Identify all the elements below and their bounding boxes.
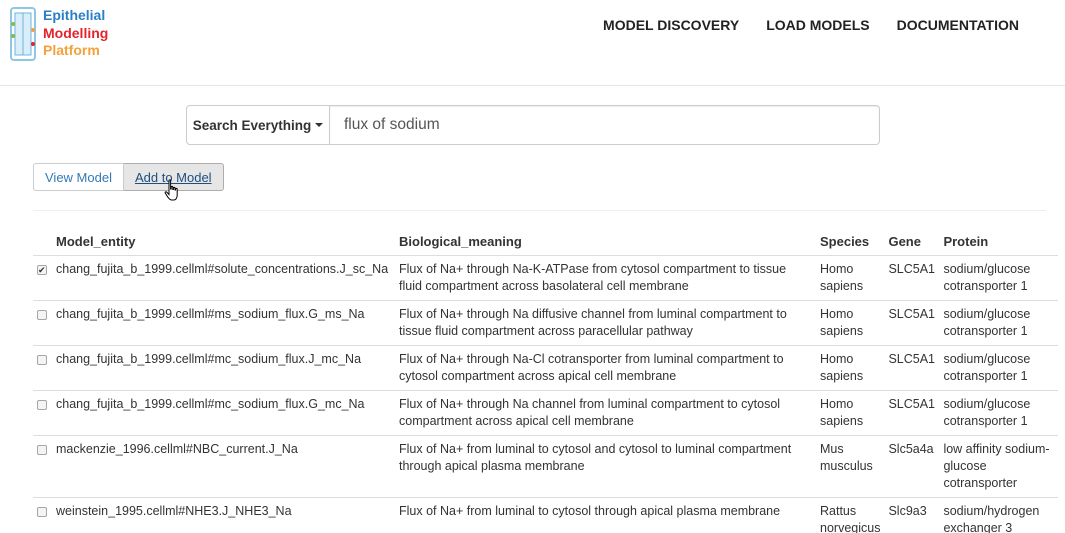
biological-meaning-cell: Flux of Na+ through Na diffusive channel… (395, 300, 816, 346)
divider (33, 210, 1046, 211)
row-select-cell (33, 255, 52, 301)
header-gene: Gene (884, 229, 940, 256)
model-entity-cell: mackenzie_1996.cellml#NBC_current.J_Na (52, 435, 395, 498)
search-input[interactable]: flux of sodium (330, 105, 880, 145)
species-cell: Mus musculus (816, 435, 885, 498)
nav-model-discovery[interactable]: MODEL DISCOVERY (603, 17, 739, 33)
gene-cell: SLC5A1 (884, 345, 940, 391)
protein-cell: sodium/glucose cotransporter 1 (939, 300, 1058, 346)
biological-meaning-cell: Flux of Na+ through Na channel from lumi… (395, 390, 816, 436)
row-checkbox[interactable] (37, 506, 47, 517)
gene-cell: Slc5a4a (884, 435, 940, 498)
table-row[interactable]: chang_fujita_b_1999.cellml#ms_sodium_flu… (33, 300, 1058, 346)
protein-cell: sodium/glucose cotransporter 1 (939, 255, 1058, 301)
gene-cell: SLC5A1 (884, 390, 940, 436)
row-checkbox[interactable] (37, 309, 47, 320)
row-select-cell (33, 345, 52, 391)
model-entity-cell: chang_fujita_b_1999.cellml#ms_sodium_flu… (52, 300, 395, 346)
header-model-entity: Model_entity (52, 229, 395, 256)
logo[interactable]: Epithelial Modelling Platform (8, 6, 128, 62)
row-select-cell (33, 497, 52, 533)
model-entity-cell: chang_fujita_b_1999.cellml#mc_sodium_flu… (52, 345, 395, 391)
model-entity-cell: chang_fujita_b_1999.cellml#solute_concen… (52, 255, 395, 301)
header-biological-meaning: Biological_meaning (395, 229, 816, 256)
table-row[interactable]: mackenzie_1996.cellml#NBC_current.J_Na Fl… (33, 435, 1058, 498)
caret-down-icon (315, 123, 324, 127)
search-group: Search Everything flux of sodium (186, 105, 880, 145)
gene-cell: SLC5A1 (884, 300, 940, 346)
row-select-cell (33, 435, 52, 498)
model-entity-cell: weinstein_1995.cellml#NHE3.J_NHE3_Na (52, 497, 395, 533)
protein-cell: sodium/hydrogen exchanger 3 (939, 497, 1058, 533)
biological-meaning-cell: Flux of Na+ from luminal to cytosol thro… (395, 497, 816, 533)
logo-line-2: Modelling (43, 24, 109, 41)
model-action-buttons: View Model Add to Model (33, 163, 224, 191)
table-row[interactable]: chang_fujita_b_1999.cellml#mc_sodium_flu… (33, 345, 1058, 391)
search-scope-label: Search Everything (192, 117, 312, 133)
model-entity-cell: chang_fujita_b_1999.cellml#mc_sodium_flu… (52, 390, 395, 436)
protein-cell: low affinity sodium-glucose cotransporte… (939, 435, 1058, 498)
row-checkbox[interactable] (37, 262, 47, 279)
header-protein: Protein (939, 229, 1058, 256)
biological-meaning-cell: Flux of Na+ from luminal to cytosol and … (395, 435, 816, 498)
nav-links: MODEL DISCOVERY LOAD MODELS DOCUMENTATIO… (576, 17, 1019, 33)
table-header-row: Model_entity Biological_meaning Species … (33, 229, 1058, 256)
logo-icon (10, 7, 36, 61)
species-cell: Homo sapiens (816, 390, 885, 436)
biological-meaning-cell: Flux of Na+ through Na-Cl cotransporter … (395, 345, 816, 391)
hand-pointer-icon (164, 179, 178, 201)
species-cell: Homo sapiens (816, 255, 885, 301)
biological-meaning-cell: Flux of Na+ through Na-K-ATPase from cyt… (395, 255, 816, 301)
gene-cell: Slc9a3 (884, 497, 940, 533)
nav-documentation[interactable]: DOCUMENTATION (897, 17, 1019, 33)
logo-line-3: Platform (43, 42, 100, 58)
species-cell: Homo sapiens (816, 345, 885, 391)
table-row[interactable]: chang_fujita_b_1999.cellml#mc_sodium_flu… (33, 390, 1058, 436)
species-cell: Homo sapiens (816, 300, 885, 346)
gene-cell: SLC5A1 (884, 255, 940, 301)
table-row[interactable]: chang_fujita_b_1999.cellml#solute_concen… (33, 255, 1058, 301)
table-row[interactable]: weinstein_1995.cellml#NHE3.J_NHE3_Na Flux… (33, 497, 1058, 533)
header-species: Species (816, 229, 885, 256)
species-cell: Rattus norvegicus (816, 497, 885, 533)
row-checkbox[interactable] (37, 399, 47, 410)
row-checkbox[interactable] (37, 444, 47, 455)
row-select-cell (33, 300, 52, 346)
navbar: Epithelial Modelling Platform MODEL DISC… (0, 0, 1065, 86)
logo-text: Epithelial Modelling Platform (43, 7, 108, 60)
view-model-button[interactable]: View Model (33, 163, 124, 191)
row-checkbox[interactable] (37, 354, 47, 365)
nav-load-models[interactable]: LOAD MODELS (766, 17, 869, 33)
logo-line-1: Epithelial (43, 7, 106, 23)
protein-cell: sodium/glucose cotransporter 1 (939, 390, 1058, 436)
header-select (33, 229, 52, 256)
results-table: Model_entity Biological_meaning Species … (33, 229, 1058, 533)
search-scope-dropdown[interactable]: Search Everything (186, 105, 330, 145)
row-select-cell (33, 390, 52, 436)
protein-cell: sodium/glucose cotransporter 1 (939, 345, 1058, 391)
